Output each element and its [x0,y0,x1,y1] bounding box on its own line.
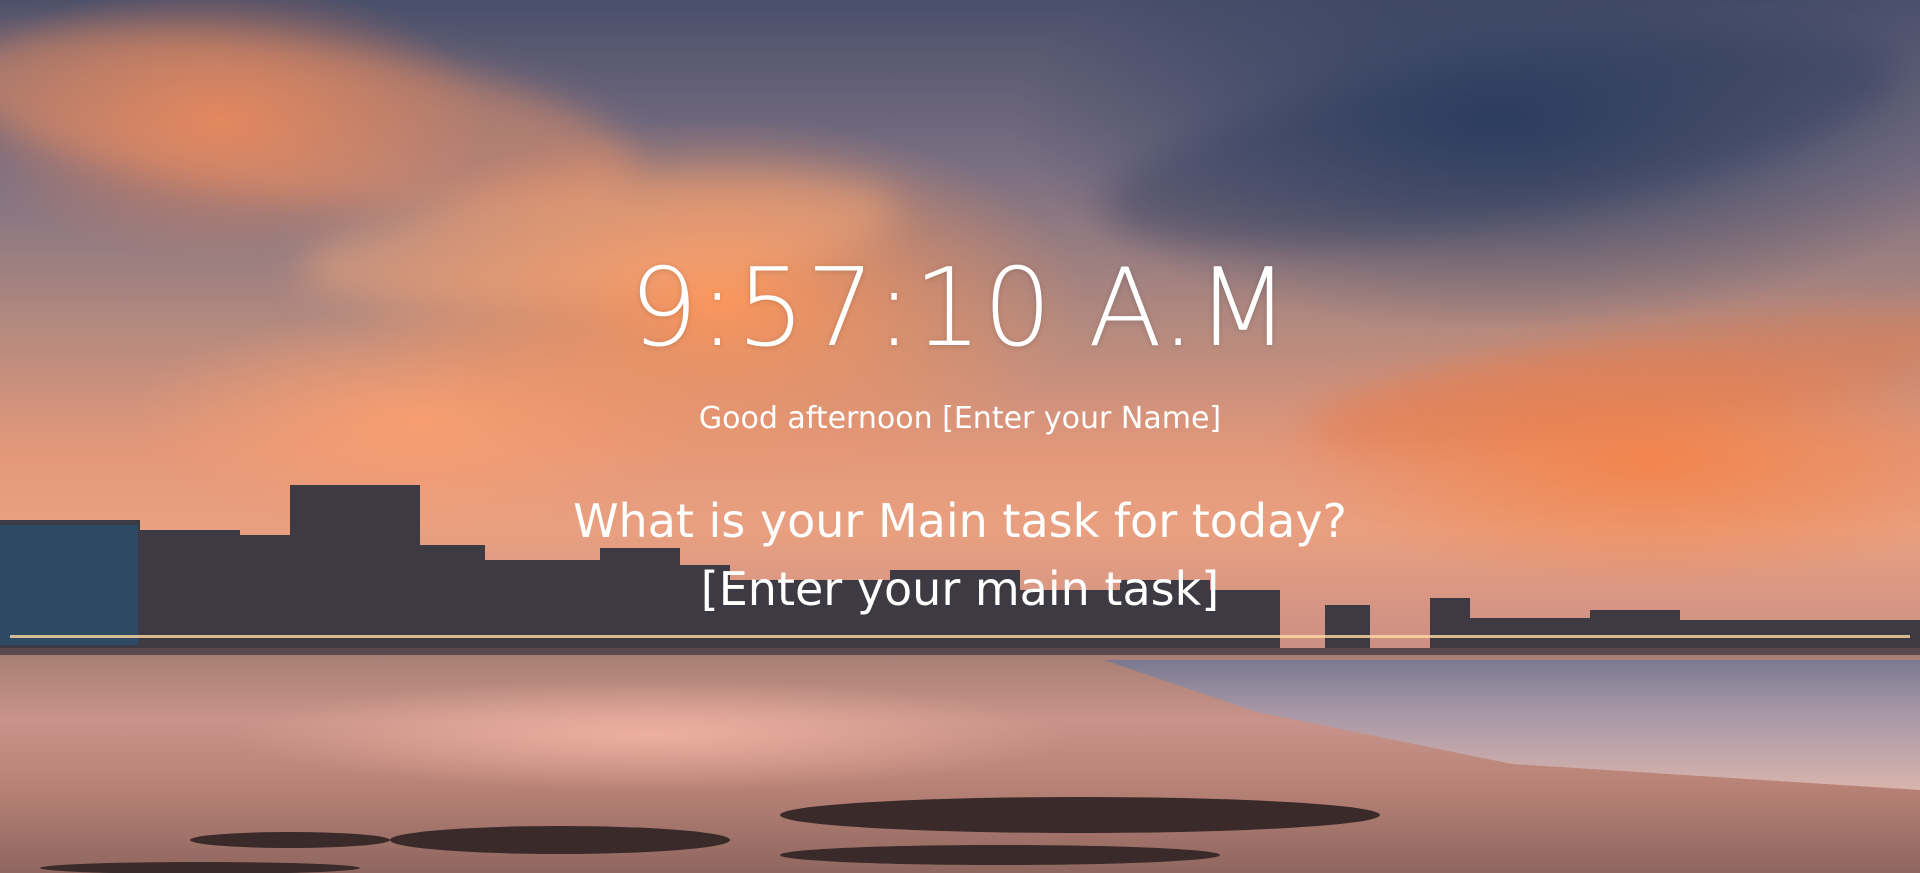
main-task-question: What is your Main task for today? [573,494,1347,548]
clock-time: 9:57:10 A.M [629,246,1291,371]
greeting-text: Good afternoon [698,401,933,436]
background-image [0,0,1920,873]
rocks [40,797,1380,873]
greeting: Good afternoon [Enter your Name] [0,404,1920,434]
name-field[interactable]: [Enter your Name] [942,401,1221,436]
main-task-input[interactable]: [Enter your main task] [0,566,1920,612]
